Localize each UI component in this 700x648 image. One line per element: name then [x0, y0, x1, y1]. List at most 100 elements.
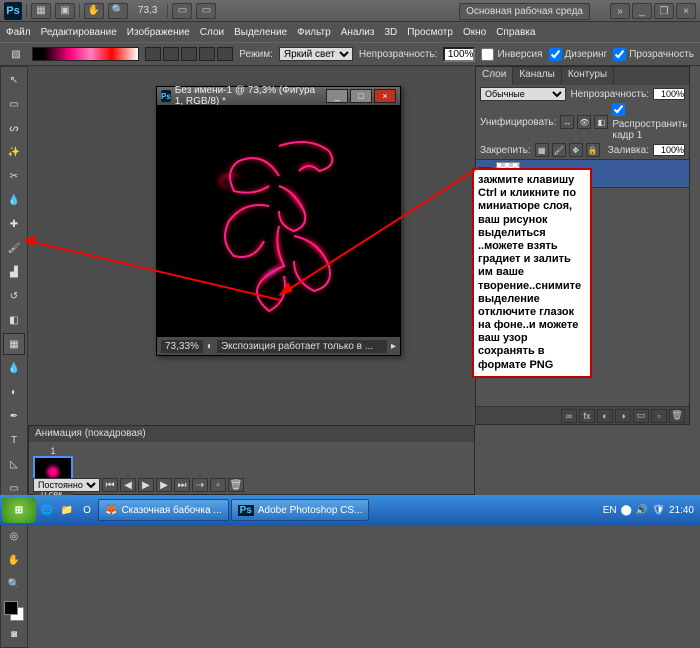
- layer-mask-icon[interactable]: ◐: [597, 409, 613, 423]
- workspace-switcher[interactable]: Основная рабочая среда: [459, 3, 590, 20]
- status-arrow-icon[interactable]: ▸: [391, 341, 396, 352]
- layer-blend-select[interactable]: Обычные: [480, 87, 566, 101]
- transparency-checkbox[interactable]: Прозрачность: [613, 48, 694, 61]
- blur-tool[interactable]: 💧: [3, 357, 25, 379]
- view-extras-icon[interactable]: ▭: [172, 3, 192, 19]
- doc-maximize-icon[interactable]: □: [350, 89, 372, 103]
- start-button[interactable]: ⊞: [2, 497, 36, 523]
- opacity-input[interactable]: [443, 47, 475, 62]
- layer-fx-icon[interactable]: fx: [579, 409, 595, 423]
- lock-pixels-icon[interactable]: 🖌: [552, 143, 566, 157]
- doc-minimize-icon[interactable]: _: [326, 89, 348, 103]
- tab-layers[interactable]: Слои: [476, 67, 513, 85]
- quicklaunch-icon[interactable]: 📁: [58, 501, 76, 519]
- wand-tool[interactable]: ✨: [3, 141, 25, 163]
- blend-mode-select[interactable]: Яркий свет: [279, 47, 353, 61]
- menu-analysis[interactable]: Анализ: [341, 27, 375, 38]
- type-tool[interactable]: T: [3, 429, 25, 451]
- foreground-color[interactable]: [4, 601, 18, 615]
- menu-layers[interactable]: Слои: [200, 27, 224, 38]
- prev-frame-icon[interactable]: ◀: [120, 478, 136, 492]
- menu-filter[interactable]: Фильтр: [297, 27, 331, 38]
- linear-gradient-icon[interactable]: [145, 47, 161, 61]
- fill-input[interactable]: [653, 144, 685, 156]
- expand-icon[interactable]: »: [610, 3, 630, 19]
- zoom-value[interactable]: 73,3: [132, 5, 163, 16]
- move-tool[interactable]: ↖: [3, 69, 25, 91]
- loop-select[interactable]: Постоянно: [33, 478, 100, 492]
- path-tool[interactable]: ◺: [3, 453, 25, 475]
- lock-transparency-icon[interactable]: ▦: [535, 143, 549, 157]
- menu-view[interactable]: Просмотр: [407, 27, 453, 38]
- menu-select[interactable]: Выделение: [234, 27, 287, 38]
- taskbar-item[interactable]: 🦊Сказочная бабочка ...: [98, 499, 229, 521]
- tray-icon[interactable]: 🛡: [652, 505, 665, 516]
- angle-gradient-icon[interactable]: [181, 47, 197, 61]
- layer-opacity-input[interactable]: [653, 88, 685, 100]
- taskbar-item[interactable]: PsAdobe Photoshop CS...: [231, 499, 370, 521]
- eraser-tool[interactable]: ◧: [3, 309, 25, 331]
- zoom-icon[interactable]: 🔍: [108, 3, 128, 19]
- 3d-camera-tool[interactable]: ◎: [3, 525, 25, 547]
- lang-indicator[interactable]: EN: [603, 505, 617, 516]
- bridge-icon[interactable]: ▦: [31, 3, 51, 19]
- last-frame-icon[interactable]: ⏭: [174, 478, 190, 492]
- new-layer-icon[interactable]: ▫: [651, 409, 667, 423]
- status-zoom[interactable]: 73,33%: [161, 340, 203, 353]
- dodge-tool[interactable]: ◐: [3, 381, 25, 403]
- system-tray[interactable]: EN ⬤ 🔊 🛡 21:40: [599, 505, 698, 516]
- zoom-tool[interactable]: 🔍: [3, 573, 25, 595]
- minimize-icon[interactable]: _: [632, 3, 652, 19]
- quicklaunch-icon[interactable]: 🌐: [38, 501, 56, 519]
- clock[interactable]: 21:40: [669, 505, 694, 516]
- invert-checkbox[interactable]: Инверсия: [481, 48, 542, 61]
- layer-group-icon[interactable]: ▭: [633, 409, 649, 423]
- quickmask-tool[interactable]: ◙: [3, 623, 25, 645]
- hand-icon[interactable]: ✋: [84, 3, 104, 19]
- quicklaunch-icon[interactable]: O: [78, 501, 96, 519]
- gradient-tool-icon[interactable]: ▧: [6, 43, 26, 65]
- adjustment-layer-icon[interactable]: ◑: [615, 409, 631, 423]
- delete-layer-icon[interactable]: 🗑: [669, 409, 685, 423]
- gradient-preview[interactable]: [32, 47, 139, 61]
- hand-tool[interactable]: ✋: [3, 549, 25, 571]
- menu-help[interactable]: Справка: [496, 27, 535, 38]
- new-frame-icon[interactable]: ▫: [210, 478, 226, 492]
- diamond-gradient-icon[interactable]: [217, 47, 233, 61]
- menu-3d[interactable]: 3D: [384, 27, 397, 38]
- doc-close-icon[interactable]: ×: [374, 89, 396, 103]
- unify-visibility-icon[interactable]: 👁: [577, 115, 591, 129]
- radial-gradient-icon[interactable]: [163, 47, 179, 61]
- tray-icon[interactable]: ⬤: [621, 505, 632, 516]
- gradient-tool[interactable]: ▦: [3, 333, 25, 355]
- marquee-tool[interactable]: ▭: [3, 93, 25, 115]
- mini-bridge-icon[interactable]: ▣: [55, 3, 75, 19]
- lock-all-icon[interactable]: 🔒: [586, 143, 600, 157]
- dither-checkbox[interactable]: Дизеринг: [549, 48, 608, 61]
- tween-icon[interactable]: ⇢: [192, 478, 208, 492]
- screen-mode-icon[interactable]: ▭: [196, 3, 216, 19]
- crop-tool[interactable]: ✂: [3, 165, 25, 187]
- lock-position-icon[interactable]: ✥: [569, 143, 583, 157]
- unify-position-icon[interactable]: ↔: [560, 115, 574, 129]
- next-frame-icon[interactable]: ▶: [156, 478, 172, 492]
- lasso-tool[interactable]: ᔕ: [3, 117, 25, 139]
- exposure-icon[interactable]: ◐: [207, 341, 213, 352]
- first-frame-icon[interactable]: ⏮: [102, 478, 118, 492]
- delete-frame-icon[interactable]: 🗑: [228, 478, 244, 492]
- close-icon[interactable]: ×: [676, 3, 696, 19]
- gradient-type-group[interactable]: [145, 47, 233, 61]
- link-layers-icon[interactable]: ∞: [561, 409, 577, 423]
- menu-edit[interactable]: Редактирование: [41, 27, 117, 38]
- reflected-gradient-icon[interactable]: [199, 47, 215, 61]
- tab-paths[interactable]: Контуры: [562, 67, 614, 85]
- animation-panel-title[interactable]: Анимация (покадровая): [29, 426, 474, 442]
- pen-tool[interactable]: ✒: [3, 405, 25, 427]
- tab-channels[interactable]: Каналы: [513, 67, 562, 85]
- propagate-checkbox[interactable]: Распространить кадр 1: [612, 103, 687, 141]
- document-titlebar[interactable]: Ps Без имени-1 @ 73,3% (Фигура 1, RGB/8)…: [157, 87, 400, 105]
- unify-style-icon[interactable]: ◧: [594, 115, 608, 129]
- tray-icon[interactable]: 🔊: [636, 505, 648, 516]
- play-icon[interactable]: ▶: [138, 478, 154, 492]
- color-swatches[interactable]: [4, 601, 24, 621]
